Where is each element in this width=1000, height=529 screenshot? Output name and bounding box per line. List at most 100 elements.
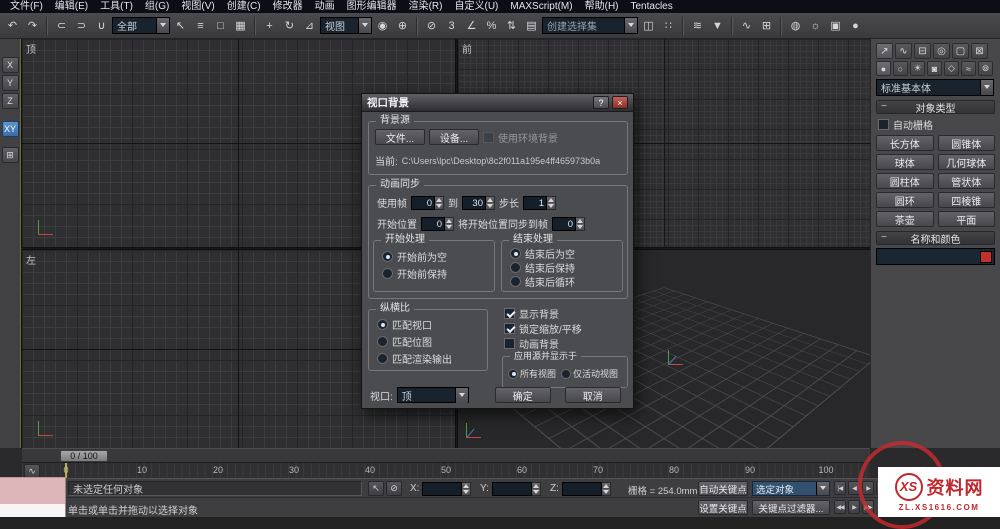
- cat-cameras-icon[interactable]: ◙: [927, 61, 942, 76]
- cat-spacewarps-icon[interactable]: ≈: [961, 61, 976, 76]
- sphere-button[interactable]: 球体: [876, 154, 934, 170]
- use-pivot-center-icon[interactable]: ◉: [373, 16, 392, 35]
- time-slider-handle[interactable]: 0 / 100: [60, 450, 108, 462]
- select-move-icon[interactable]: +: [260, 16, 279, 35]
- dialog-titlebar[interactable]: 视口背景 ? ×: [362, 94, 633, 112]
- dropdown-arrow-icon[interactable]: [980, 80, 993, 95]
- menu-create[interactable]: 创建(C): [221, 0, 267, 13]
- help-icon[interactable]: ?: [593, 96, 609, 109]
- cat-lights-icon[interactable]: ☀: [910, 61, 925, 76]
- match-viewport-radio[interactable]: [377, 319, 388, 330]
- angle-snap-icon[interactable]: ∠: [462, 16, 481, 35]
- plane-button[interactable]: 平面: [937, 211, 995, 227]
- tab-hierarchy[interactable]: ⊟: [914, 43, 931, 59]
- tab-motion[interactable]: ◎: [933, 43, 950, 59]
- cone-button[interactable]: 圆锥体: [937, 135, 995, 151]
- material-editor-icon[interactable]: ◍: [786, 16, 805, 35]
- spinner-down-icon[interactable]: [435, 202, 443, 209]
- rendered-frame-icon[interactable]: ▣: [826, 16, 845, 35]
- primitive-category-dropdown[interactable]: 标准基本体: [876, 79, 994, 96]
- teapot-button[interactable]: 茶壶: [876, 211, 934, 227]
- dropdown-arrow-icon[interactable]: [624, 18, 637, 33]
- spinner-down-icon[interactable]: [486, 202, 494, 209]
- viewport-top-label[interactable]: 顶: [26, 41, 36, 56]
- isolate-selection-icon[interactable]: ↖: [368, 481, 384, 496]
- redo-icon[interactable]: ↷: [23, 16, 42, 35]
- spinner-down-icon[interactable]: [602, 489, 610, 495]
- select-link-icon[interactable]: ⊂: [52, 16, 71, 35]
- select-by-name-icon[interactable]: ≡: [191, 16, 210, 35]
- menu-maxscript[interactable]: MAXScript(M): [504, 0, 578, 13]
- dropdown-arrow-icon[interactable]: [156, 18, 169, 33]
- curve-editor-icon[interactable]: ∿: [737, 16, 756, 35]
- x-coordinate-field[interactable]: [422, 482, 471, 496]
- start-at-field[interactable]: 0: [421, 216, 454, 231]
- box-button[interactable]: 长方体: [876, 135, 934, 151]
- menu-edit[interactable]: 编辑(E): [49, 0, 94, 13]
- menu-customize[interactable]: 自定义(U): [448, 0, 504, 13]
- match-render-output-radio[interactable]: [377, 353, 388, 364]
- menu-tools[interactable]: 工具(T): [94, 0, 139, 13]
- geosphere-button[interactable]: 几何球体: [937, 154, 995, 170]
- align-icon[interactable]: ∷: [659, 16, 678, 35]
- viewport-dropdown[interactable]: 顶: [396, 387, 469, 403]
- tab-modify[interactable]: ∿: [895, 43, 912, 59]
- cylinder-button[interactable]: 圆柱体: [876, 173, 934, 189]
- unlink-icon[interactable]: ⊃: [72, 16, 91, 35]
- ok-button[interactable]: 确定: [494, 387, 551, 403]
- spinner-down-icon[interactable]: [576, 223, 584, 230]
- constrain-z-button[interactable]: Z: [1, 93, 19, 109]
- spinner-snap-icon[interactable]: ⇅: [502, 16, 521, 35]
- play-icon[interactable]: ▶: [862, 481, 874, 495]
- rollout-name-color[interactable]: − 名称和颜色: [876, 231, 995, 246]
- dropdown-arrow-icon[interactable]: [816, 482, 829, 495]
- cat-helpers-icon[interactable]: ◇: [944, 61, 959, 76]
- to-frame-field[interactable]: 30: [462, 195, 495, 210]
- spinner-down-icon[interactable]: [445, 223, 453, 230]
- previous-frame-icon[interactable]: ◀: [848, 481, 860, 495]
- menu-help[interactable]: 帮助(H): [579, 0, 625, 13]
- window-crossing-icon[interactable]: ▦: [231, 16, 250, 35]
- set-key-button[interactable]: 设置关键点: [698, 500, 748, 515]
- go-to-start-icon[interactable]: |◀: [834, 481, 846, 495]
- menu-file[interactable]: 文件(F): [4, 0, 49, 13]
- lock-zoom-pan-checkbox[interactable]: [504, 323, 515, 334]
- constrain-xy-plane-button[interactable]: XY: [1, 121, 19, 137]
- all-views-radio[interactable]: [508, 368, 518, 379]
- loop-after-end-radio[interactable]: [510, 276, 521, 287]
- undo-icon[interactable]: ↶: [3, 16, 22, 35]
- rollout-object-type[interactable]: − 对象类型: [876, 100, 995, 115]
- y-coordinate-field[interactable]: [492, 482, 541, 496]
- previous-key-icon[interactable]: ◀◀: [834, 500, 846, 514]
- files-button[interactable]: 文件...: [375, 129, 425, 145]
- select-object-icon[interactable]: ↖: [171, 16, 190, 35]
- dropdown-arrow-icon[interactable]: [454, 387, 468, 403]
- devices-button[interactable]: 设备...: [429, 129, 479, 145]
- tab-create[interactable]: ↗: [876, 43, 893, 59]
- constrain-y-button[interactable]: Y: [1, 75, 19, 91]
- selection-lock-icon[interactable]: ⊘: [386, 481, 402, 496]
- spinner-down-icon[interactable]: [462, 489, 470, 495]
- mirror-icon[interactable]: ◫: [639, 16, 658, 35]
- axis-strip-extra-icon[interactable]: ⊞: [1, 147, 19, 163]
- select-manipulate-icon[interactable]: ⊕: [393, 16, 412, 35]
- select-scale-icon[interactable]: ⊿: [300, 16, 319, 35]
- selection-region-icon[interactable]: □: [211, 16, 230, 35]
- play-animation-icon[interactable]: ▶: [848, 500, 860, 514]
- display-background-checkbox[interactable]: [504, 308, 515, 319]
- tube-button[interactable]: 管状体: [937, 173, 995, 189]
- active-only-radio[interactable]: [561, 368, 572, 379]
- hold-after-end-radio[interactable]: [510, 262, 521, 273]
- spinner-down-icon[interactable]: [547, 202, 555, 209]
- key-filter-selected-dropdown[interactable]: 选定对象: [752, 481, 830, 496]
- menu-graph-editors[interactable]: 图形编辑器: [341, 0, 403, 13]
- dropdown-arrow-icon[interactable]: [358, 18, 371, 33]
- blank-after-end-radio[interactable]: [510, 248, 521, 259]
- cat-shapes-icon[interactable]: ○: [893, 61, 908, 76]
- sync-start-field[interactable]: 0: [552, 216, 585, 231]
- animate-background-checkbox[interactable]: [504, 338, 515, 349]
- use-frame-field[interactable]: 0: [411, 195, 444, 210]
- menu-modifiers[interactable]: 修改器: [267, 0, 309, 13]
- object-color-swatch[interactable]: [980, 250, 992, 263]
- z-coordinate-field[interactable]: [562, 482, 611, 496]
